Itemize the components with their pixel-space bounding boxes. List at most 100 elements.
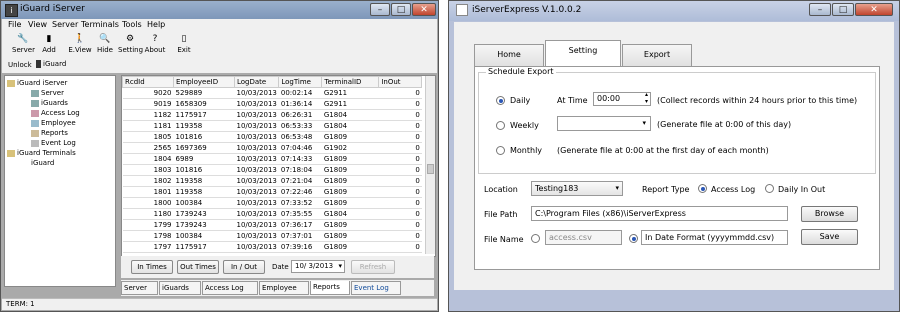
- weekly-radio[interactable]: [496, 121, 505, 130]
- tree-item-employee[interactable]: Employee: [31, 119, 76, 128]
- tab-iguards[interactable]: iGuards: [159, 281, 201, 295]
- table-row[interactable]: 1803 101816 10/03/2013 07:18:04 G1809 0: [122, 164, 422, 176]
- table-cell: G1809: [321, 153, 379, 165]
- minimize-button-2[interactable]: –: [809, 3, 831, 16]
- table-cell: 6989: [173, 153, 235, 165]
- table-row[interactable]: 1181 119358 10/03/2013 06:53:33 G1804 0: [122, 120, 422, 132]
- daily-inout-label[interactable]: Daily In Out: [778, 185, 825, 194]
- file-path-input[interactable]: C:\Program Files (x86)\iServerExpress: [531, 206, 788, 221]
- time-input[interactable]: 00:00 ▴ ▾: [593, 92, 651, 106]
- log-table: RcdId EmployeeID LogDate LogTime TerminalID I…: [122, 76, 423, 253]
- tree-root-terminals[interactable]: iGuard Terminals: [7, 149, 76, 158]
- column-header[interactable]: InOut: [378, 76, 423, 88]
- tree-item-event-log[interactable]: Event Log: [31, 139, 76, 148]
- unlock-iguard[interactable]: iGuard: [36, 60, 66, 68]
- table-cell: 0: [378, 197, 422, 209]
- monthly-note: (Generate file at 0:00 at the first day …: [557, 146, 769, 155]
- menu-view[interactable]: View: [28, 20, 47, 29]
- toolbar-eview-button[interactable]: 🚶 E.View: [66, 34, 94, 54]
- in-out-button[interactable]: In / Out: [223, 260, 265, 274]
- monthly-radio[interactable]: [496, 146, 505, 155]
- tree-item-access-log[interactable]: Access Log: [31, 109, 80, 118]
- menu-help[interactable]: Help: [147, 20, 165, 29]
- maximize-button-2[interactable]: □: [832, 3, 854, 16]
- toolbar-add-button[interactable]: ▮ Add: [40, 34, 58, 54]
- tab-export[interactable]: Export: [622, 44, 692, 66]
- table-cell: 101816: [173, 131, 235, 143]
- toolbar-server-button[interactable]: 🔧 Server: [12, 34, 35, 54]
- column-header[interactable]: RcdId: [122, 76, 174, 88]
- table-row[interactable]: 1182 1175917 10/03/2013 06:26:31 G1804 0: [122, 109, 422, 121]
- refresh-button[interactable]: Refresh: [351, 260, 395, 274]
- column-header[interactable]: LogDate: [233, 76, 280, 88]
- table-row[interactable]: 1797 1175917 10/03/2013 07:39:16 G1809 0: [122, 241, 422, 253]
- table-cell: 07:21:04: [278, 175, 322, 187]
- spinner-icon[interactable]: ▴ ▾: [645, 93, 648, 105]
- out-times-button[interactable]: Out Times: [177, 260, 219, 274]
- tree-item-reports[interactable]: Reports: [31, 129, 68, 138]
- table-row[interactable]: 2565 1697369 10/03/2013 07:04:46 G1902 0: [122, 142, 422, 154]
- tree-root-iserver[interactable]: iGuard iServer: [7, 79, 67, 88]
- table-row[interactable]: 1180 1739243 10/03/2013 07:35:55 G1804 0: [122, 208, 422, 220]
- column-header[interactable]: LogTime: [278, 76, 323, 88]
- grid-scrollbar[interactable]: [425, 76, 435, 254]
- menu-file[interactable]: File: [8, 20, 21, 29]
- browse-button[interactable]: Browse: [801, 206, 858, 222]
- weekly-label[interactable]: Weekly: [510, 121, 539, 130]
- tree-item-server[interactable]: Server: [31, 89, 64, 98]
- maximize-button[interactable]: □: [391, 3, 411, 16]
- tab-server[interactable]: Server: [121, 281, 158, 295]
- table-cell: 0: [378, 164, 422, 176]
- fixed-name-radio[interactable]: [531, 234, 540, 243]
- table-row[interactable]: 9020 529889 10/03/2013 00:02:14 G2911 0: [122, 87, 422, 99]
- daily-inout-radio[interactable]: [765, 184, 774, 193]
- tab-event-log[interactable]: Event Log: [351, 281, 401, 295]
- toolbar-about-button[interactable]: ? About: [144, 34, 166, 54]
- folder-icon: [7, 79, 15, 87]
- tab-employee[interactable]: Employee: [259, 281, 309, 295]
- table-row[interactable]: 1804 6989 10/03/2013 07:14:33 G1809 0: [122, 153, 422, 165]
- file-name-input[interactable]: access.csv: [545, 230, 622, 245]
- table-row[interactable]: 1800 100384 10/03/2013 07:33:52 G1809 0: [122, 197, 422, 209]
- unlock-label[interactable]: Unlock: [8, 61, 32, 69]
- in-times-button[interactable]: In Times: [131, 260, 173, 274]
- menu-tools[interactable]: Tools: [122, 20, 142, 29]
- table-row[interactable]: 9019 1658309 10/03/2013 01:36:14 G2911 0: [122, 98, 422, 110]
- table-row[interactable]: 1802 119358 10/03/2013 07:21:04 G1809 0: [122, 175, 422, 187]
- tab-home[interactable]: Home: [474, 44, 544, 66]
- tab-access-log[interactable]: Access Log: [202, 281, 258, 295]
- toolbar-hide-button[interactable]: 🔍 Hide: [96, 34, 114, 54]
- close-button-2[interactable]: ✕: [855, 3, 893, 16]
- daily-label[interactable]: Daily: [510, 96, 530, 105]
- status-text: TERM: 1: [6, 300, 35, 308]
- tab-setting[interactable]: Setting: [545, 40, 621, 67]
- save-button[interactable]: Save: [801, 229, 858, 245]
- date-format-radio[interactable]: [629, 234, 638, 243]
- minimize-button[interactable]: –: [370, 3, 390, 16]
- access-log-radio[interactable]: [698, 184, 707, 193]
- column-header[interactable]: TerminalID: [321, 76, 380, 88]
- table-row[interactable]: 1799 1739243 10/03/2013 07:36:17 G1809 0: [122, 219, 422, 231]
- tree-item-iguard[interactable]: iGuard: [31, 159, 54, 168]
- table-cell: 10/03/2013: [234, 120, 279, 132]
- table-row[interactable]: 1805 101816 10/03/2013 06:53:48 G1809 0: [122, 131, 422, 143]
- date-picker[interactable]: 10/ 3/2013 ▾: [291, 260, 345, 273]
- table-row[interactable]: 1801 119358 10/03/2013 07:22:46 G1809 0: [122, 186, 422, 198]
- tab-reports[interactable]: Reports: [310, 281, 350, 295]
- location-select[interactable]: Testing183 ▾: [531, 181, 623, 196]
- log-icon: [31, 109, 39, 117]
- tree-item-iguards[interactable]: iGuards: [31, 99, 68, 108]
- table-row[interactable]: 1798 100384 10/03/2013 07:37:01 G1809 0: [122, 230, 422, 242]
- weekday-select[interactable]: ▾: [557, 116, 651, 131]
- toolbar-exit-button[interactable]: ▯ Exit: [176, 34, 192, 54]
- column-header[interactable]: EmployeeID: [173, 76, 235, 88]
- access-log-label[interactable]: Access Log: [711, 185, 755, 194]
- toolbar-setting-button[interactable]: ⚙ Setting: [118, 34, 143, 54]
- monthly-label[interactable]: Monthly: [510, 146, 542, 155]
- menu-terminals[interactable]: Terminals: [81, 20, 119, 29]
- scroll-thumb[interactable]: [427, 164, 434, 174]
- table-cell: 1180: [122, 208, 174, 220]
- menu-server[interactable]: Server: [52, 20, 78, 29]
- daily-radio[interactable]: [496, 96, 505, 105]
- close-button[interactable]: ✕: [412, 3, 436, 16]
